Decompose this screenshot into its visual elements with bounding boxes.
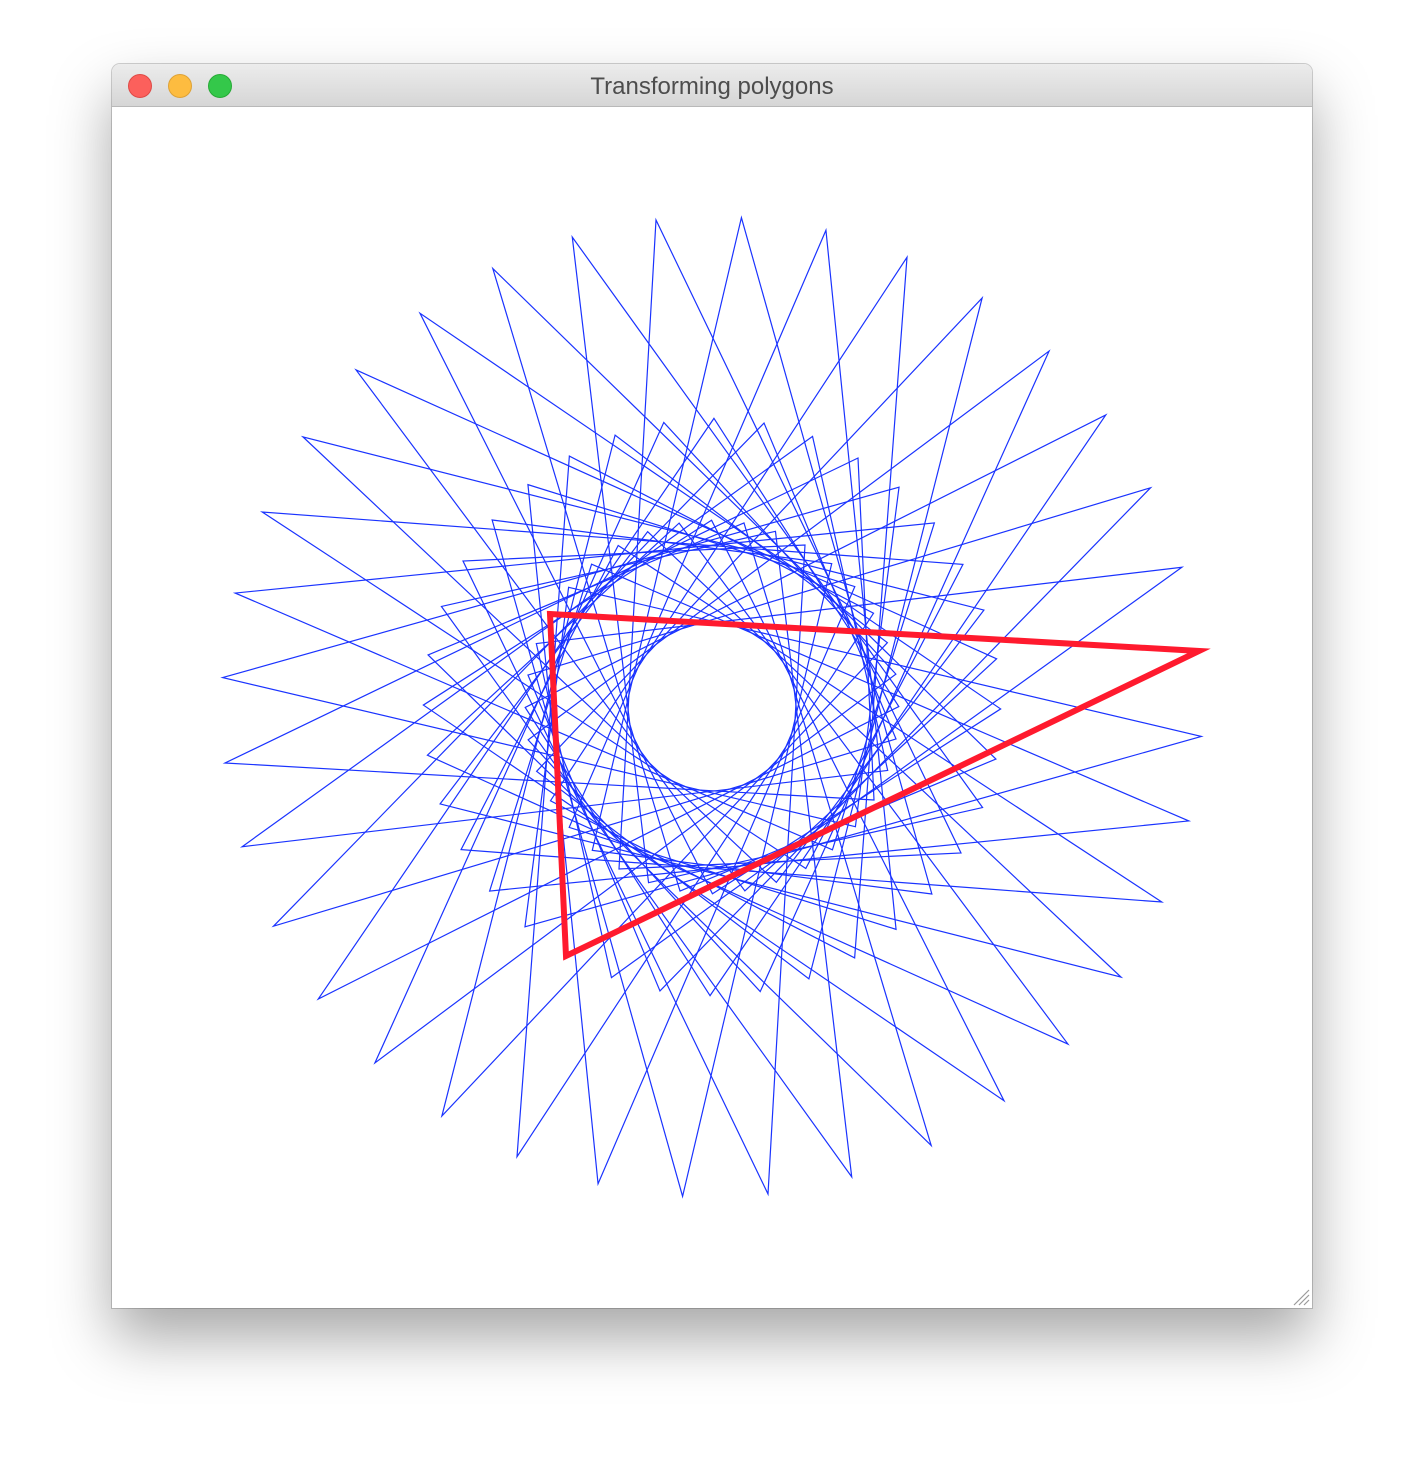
polygon-drawing	[220, 215, 1211, 1199]
rotated-triangles	[220, 215, 1204, 1199]
resize-grip-icon[interactable]	[1290, 1286, 1310, 1306]
drawing-canvas	[112, 107, 1312, 1308]
app-window: Transforming polygons	[112, 64, 1312, 1308]
title-bar[interactable]: Transforming polygons	[112, 64, 1312, 107]
window-title: Transforming polygons	[590, 73, 834, 100]
